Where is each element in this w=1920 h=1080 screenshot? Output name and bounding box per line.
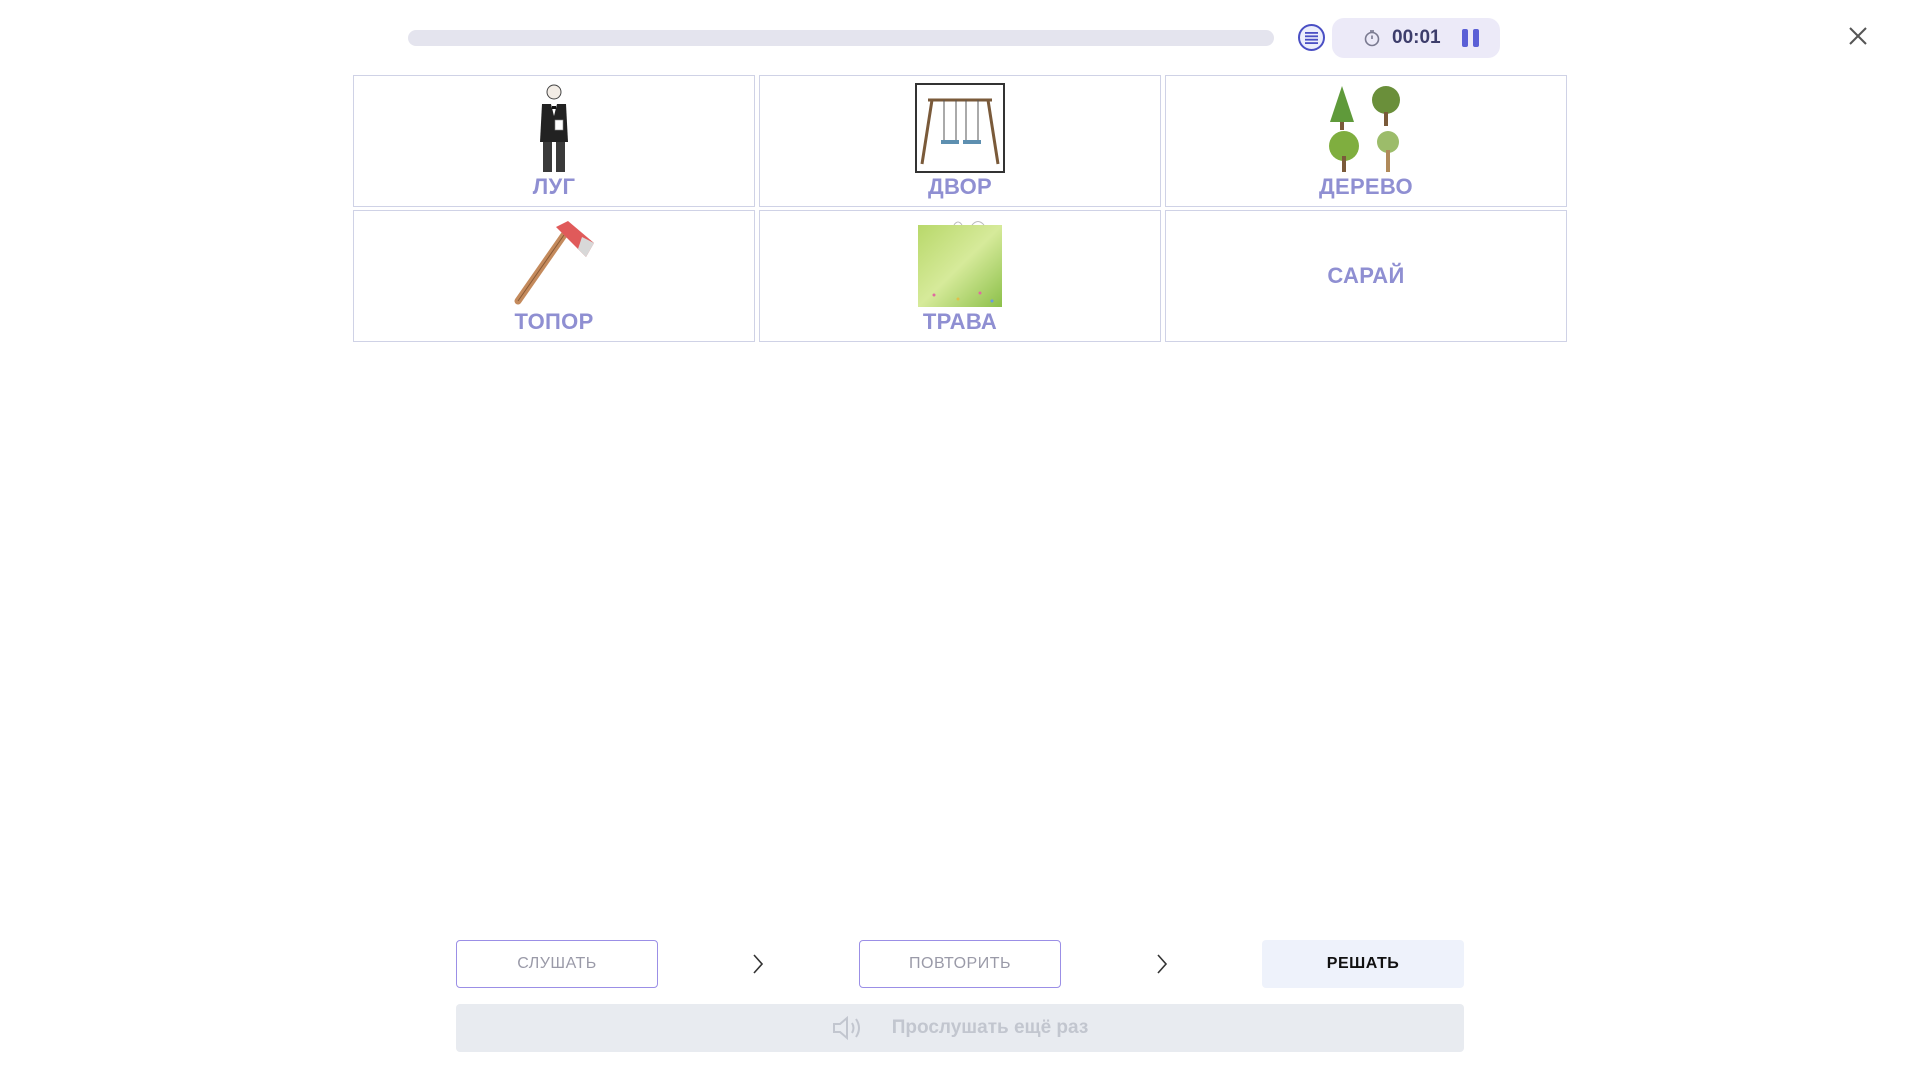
timer: 00:01: [1332, 18, 1500, 58]
axe-image: [514, 221, 594, 305]
card-derevo[interactable]: ДЕРЕВО: [1165, 75, 1567, 207]
word-grid: ЛУГ ДВОР ДЕРЕВО ТОПОР ТРАВА САРАЙ: [353, 75, 1567, 342]
card-word: ТОПОР: [514, 309, 594, 334]
card-word: ТРАВА: [922, 309, 998, 334]
card-trava[interactable]: ТРАВА: [759, 210, 1161, 342]
trees-image: [1329, 86, 1400, 172]
list-icon: [1305, 31, 1318, 44]
pause-button[interactable]: [1460, 28, 1480, 48]
listen-step-button[interactable]: СЛУШАТЬ: [456, 940, 658, 988]
close-button[interactable]: [1846, 24, 1870, 48]
card-topor[interactable]: ТОПОР: [353, 210, 755, 342]
card-word: ЛУГ: [532, 174, 576, 199]
swing-set-image: [915, 83, 1005, 173]
card-saray[interactable]: САРАЙ: [1165, 210, 1567, 342]
solve-step-button[interactable]: РЕШАТЬ: [1262, 940, 1464, 988]
card-word: ДВОР: [928, 174, 992, 199]
pause-icon: [1461, 29, 1468, 47]
card-lug[interactable]: ЛУГ: [353, 75, 755, 207]
timer-value: 00:01: [1392, 27, 1441, 48]
progress-bar: [408, 30, 1274, 46]
listen-again-label: Прослушать ещё раз: [891, 1017, 1089, 1038]
close-icon: [1849, 27, 1867, 45]
chevron-right-icon: [753, 954, 764, 974]
listen-again-button[interactable]: Прослушать ещё раз: [456, 1004, 1464, 1052]
stopwatch-icon: [1362, 28, 1382, 48]
man-in-tuxedo-image: [540, 84, 568, 172]
card-dvor[interactable]: ДВОР: [759, 75, 1161, 207]
card-word: ДЕРЕВО: [1319, 174, 1413, 199]
grass-field-image: [918, 221, 1002, 307]
repeat-step-button[interactable]: ПОВТОРИТЬ: [859, 940, 1061, 988]
chevron-right-icon: [1157, 954, 1168, 974]
list-button[interactable]: [1298, 24, 1325, 51]
speaker-icon: [832, 1015, 860, 1041]
card-word: САРАЙ: [1327, 263, 1405, 288]
